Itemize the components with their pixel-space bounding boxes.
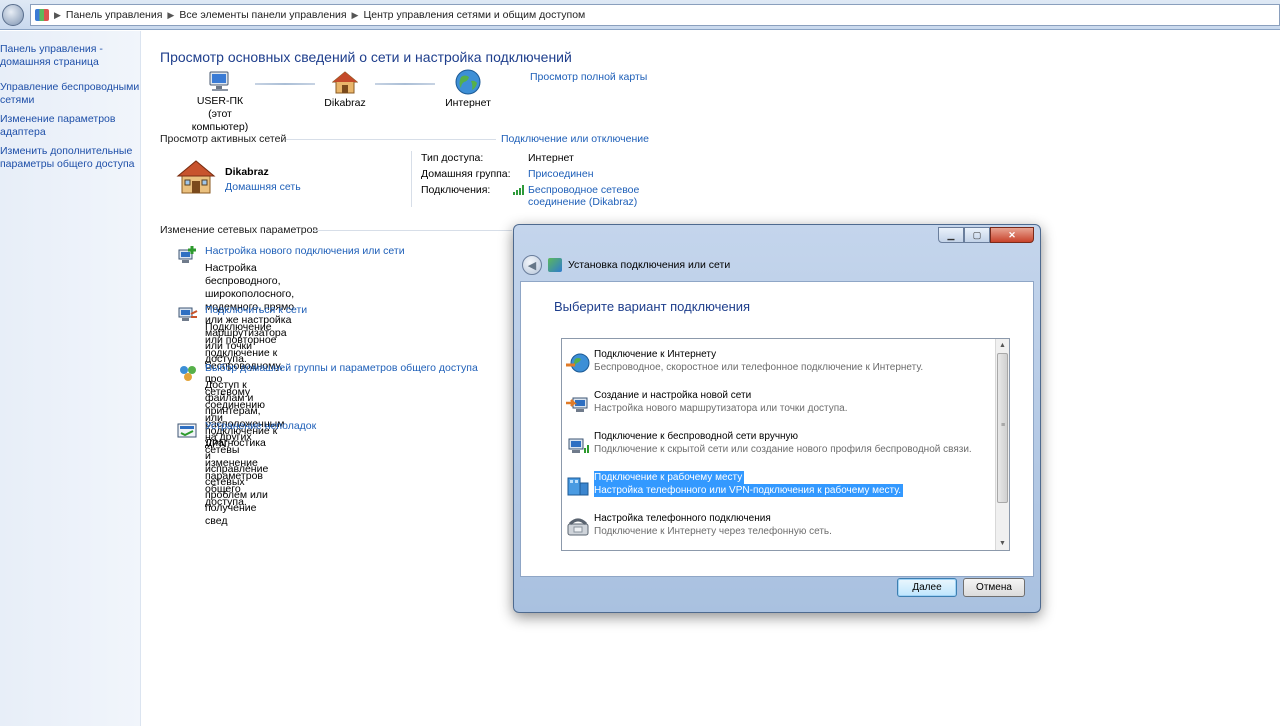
new-connection-icon (178, 246, 196, 263)
setup-connection-dialog: ▁ ▢ ✕ ◀ Установка подключения или сети В… (513, 224, 1041, 613)
close-button[interactable]: ✕ (990, 227, 1034, 243)
dialog-heading: Выберите вариант подключения (554, 299, 751, 314)
breadcrumb-network-center[interactable]: Центр управления сетями и общим доступом (363, 9, 585, 21)
next-button[interactable]: Далее (897, 578, 957, 597)
option-title: Настройка телефонного подключения (594, 513, 771, 524)
option-title: Подключение к Интернету (594, 349, 717, 360)
maximize-button[interactable]: ▢ (964, 227, 990, 243)
connection-options-list[interactable]: Подключение к Интернету Беспроводное, ск… (561, 338, 1010, 551)
homegroup-link[interactable]: Присоединен (528, 168, 594, 180)
sidebar: Панель управления - домашняя страница Уп… (0, 31, 141, 726)
computer-subtitle: (этот компьютер) (191, 108, 249, 133)
breadcrumb-all-items[interactable]: Все элементы панели управления (179, 9, 346, 21)
active-networks-title: Просмотр активных сетей (160, 133, 287, 145)
scroll-down-icon[interactable]: ▼ (996, 537, 1009, 550)
scroll-up-icon[interactable]: ▲ (996, 339, 1009, 352)
grip-icon: ≡ (1001, 422, 1006, 429)
wireless-icon (568, 438, 589, 453)
computer-icon (209, 71, 229, 91)
page-title: Просмотр основных сведений о сети и наст… (160, 49, 572, 65)
task-connect-link[interactable]: Подключиться к сети (205, 304, 307, 316)
dialog-title: Установка подключения или сети (568, 259, 731, 271)
minimize-button[interactable]: ▁ (938, 227, 964, 243)
option-desc: Подключение к скрытой сети или создание … (594, 444, 972, 455)
divider (286, 139, 496, 140)
option-dialup[interactable]: Настройка телефонного подключения Подклю… (566, 512, 996, 542)
house-icon (332, 71, 358, 94)
option-desc: Подключение к Интернету через телефонную… (594, 526, 832, 537)
homegroup-label: Домашняя группа: (421, 168, 511, 180)
breadcrumb-control-panel[interactable]: Панель управления (66, 9, 162, 21)
view-full-map-link[interactable]: Просмотр полной карты (530, 71, 647, 83)
chevron-right-icon[interactable]: ▶ (167, 10, 174, 21)
globe-icon (455, 69, 481, 95)
access-type-label: Тип доступа: (421, 152, 484, 164)
option-desc: Настройка телефонного или VPN-подключени… (594, 484, 903, 497)
option-title: Подключение к рабочему месту (594, 471, 745, 484)
globe-icon (566, 353, 590, 373)
dialog-back-button[interactable]: ◀ (522, 255, 542, 275)
network-type-link[interactable]: Домашняя сеть (225, 181, 301, 193)
options-scrollbar[interactable]: ▲ ≡ ▼ (995, 339, 1009, 550)
sidebar-item-home[interactable]: Панель управления - домашняя страница (0, 43, 140, 69)
change-settings-title: Изменение сетевых параметров (160, 224, 319, 236)
wireless-connection-line2: соединение (Dikabraz) (528, 196, 638, 208)
option-internet[interactable]: Подключение к Интернету Беспроводное, ск… (566, 348, 996, 378)
router-icon (566, 397, 588, 412)
dialog-title-bar: ◀ Установка подключения или сети (522, 255, 730, 275)
map-network[interactable]: Dikabraz (315, 71, 375, 110)
connect-disconnect-link[interactable]: Подключение или отключение (501, 133, 649, 145)
control-panel-icon (35, 9, 49, 21)
task-new-connection-link[interactable]: Настройка нового подключения или сети (205, 245, 405, 257)
option-new-network[interactable]: Создание и настройка новой сети Настройк… (566, 389, 996, 419)
address-bar: ▶ Панель управления ▶ Все элементы панел… (0, 0, 1280, 30)
cancel-button[interactable]: Отмена (963, 578, 1025, 597)
homegroup-icon (180, 366, 196, 381)
chevron-right-icon[interactable]: ▶ (352, 10, 359, 21)
window-controls: ▁ ▢ ✕ (938, 227, 1034, 243)
troubleshoot-icon (177, 423, 197, 438)
connections-label: Подключения: (421, 184, 491, 196)
scrollbar-thumb[interactable]: ≡ (997, 353, 1008, 503)
internet-label: Интернет (445, 97, 491, 109)
option-title: Создание и настройка новой сети (594, 390, 752, 401)
network-name: Dikabraz (324, 97, 366, 109)
map-internet[interactable]: Интернет (435, 69, 501, 110)
network-setup-icon (548, 258, 562, 272)
wireless-connection-line1: Беспроводное сетевое (528, 184, 640, 196)
map-connector (375, 83, 435, 85)
map-computer[interactable]: USER-ПК (этот компьютер) (180, 71, 260, 134)
vertical-divider (411, 151, 412, 207)
chevron-right-icon[interactable]: ▶ (54, 10, 61, 21)
wireless-connection-link[interactable]: Беспроводное сетевое соединение (Dikabra… (528, 184, 639, 208)
dialog-content: Выберите вариант подключения Подключение… (520, 281, 1034, 577)
active-network-name: Dikabraz (225, 166, 269, 178)
option-desc: Настройка нового маршрутизатора или точк… (594, 403, 848, 414)
map-connector (255, 83, 315, 85)
phone-icon (567, 518, 589, 536)
sidebar-item-sharing-settings[interactable]: Изменить дополнительные параметры общего… (0, 145, 140, 171)
wifi-signal-icon (513, 185, 524, 195)
home-network-icon (176, 160, 216, 194)
access-type-value: Интернет (528, 152, 574, 164)
computer-name: USER-ПК (196, 95, 244, 107)
back-button[interactable] (2, 4, 24, 26)
sidebar-item-adapter-settings[interactable]: Изменение параметров адаптера (0, 113, 140, 139)
option-workplace[interactable]: Подключение к рабочему месту Настройка т… (566, 471, 996, 501)
task-troubleshoot-link[interactable]: Устранение неполадок (205, 420, 316, 432)
sidebar-item-manage-wireless[interactable]: Управление беспроводными сетями (0, 81, 140, 107)
workplace-icon (567, 477, 589, 496)
breadcrumb[interactable]: ▶ Панель управления ▶ Все элементы панел… (30, 4, 1280, 26)
task-homegroup-link[interactable]: Выбор домашней группы и параметров общег… (205, 362, 478, 374)
option-desc: Беспроводное, скоростное или телефонное … (594, 362, 924, 373)
option-wireless-manual[interactable]: Подключение к беспроводной сети вручную … (566, 430, 996, 460)
task-troubleshoot-desc: Диагностика и исправление сетевых пробле… (205, 437, 269, 527)
divider (312, 230, 512, 231)
option-title: Подключение к беспроводной сети вручную (594, 431, 799, 442)
connect-network-icon (178, 307, 198, 321)
